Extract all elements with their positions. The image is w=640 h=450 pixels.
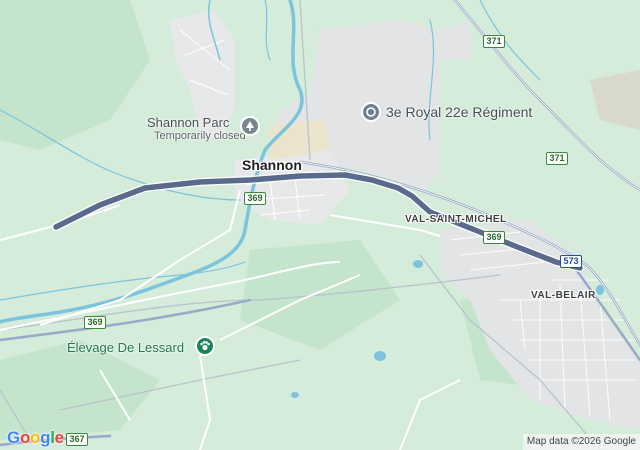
shannon-parc-label[interactable]: Shannon Parc [147, 115, 229, 130]
google-logo[interactable]: Google [7, 428, 64, 448]
route-369-shield: 369 [244, 192, 266, 205]
map-attribution[interactable]: Map data ©2026 Google [522, 434, 640, 450]
map-base-layer [0, 0, 640, 450]
route-369-shield: 369 [84, 316, 106, 329]
map-canvas[interactable]: Shannon Parc Temporarily closed Shannon … [0, 0, 640, 450]
route-371-shield: 371 [483, 35, 505, 48]
military-pin-icon[interactable] [361, 102, 381, 122]
elevage-label[interactable]: Élevage De Lessard [67, 340, 184, 355]
val-belair-label[interactable]: VAL-BELAIR [531, 290, 596, 301]
route-369-shield: 369 [483, 231, 505, 244]
route-371-shield: 371 [546, 152, 568, 165]
shannon-label[interactable]: Shannon [242, 157, 302, 173]
shannon-parc-status: Temporarily closed [154, 130, 246, 142]
park-icon[interactable] [240, 116, 260, 136]
route-367-shield: 367 [66, 433, 88, 446]
val-saint-michel-label[interactable]: VAL-SAINT-MICHEL [405, 214, 507, 225]
autoroute-573-shield: 573 [560, 255, 582, 268]
farm-icon[interactable] [195, 336, 215, 356]
military-base-label[interactable]: 3e Royal 22e Régiment [386, 104, 532, 120]
